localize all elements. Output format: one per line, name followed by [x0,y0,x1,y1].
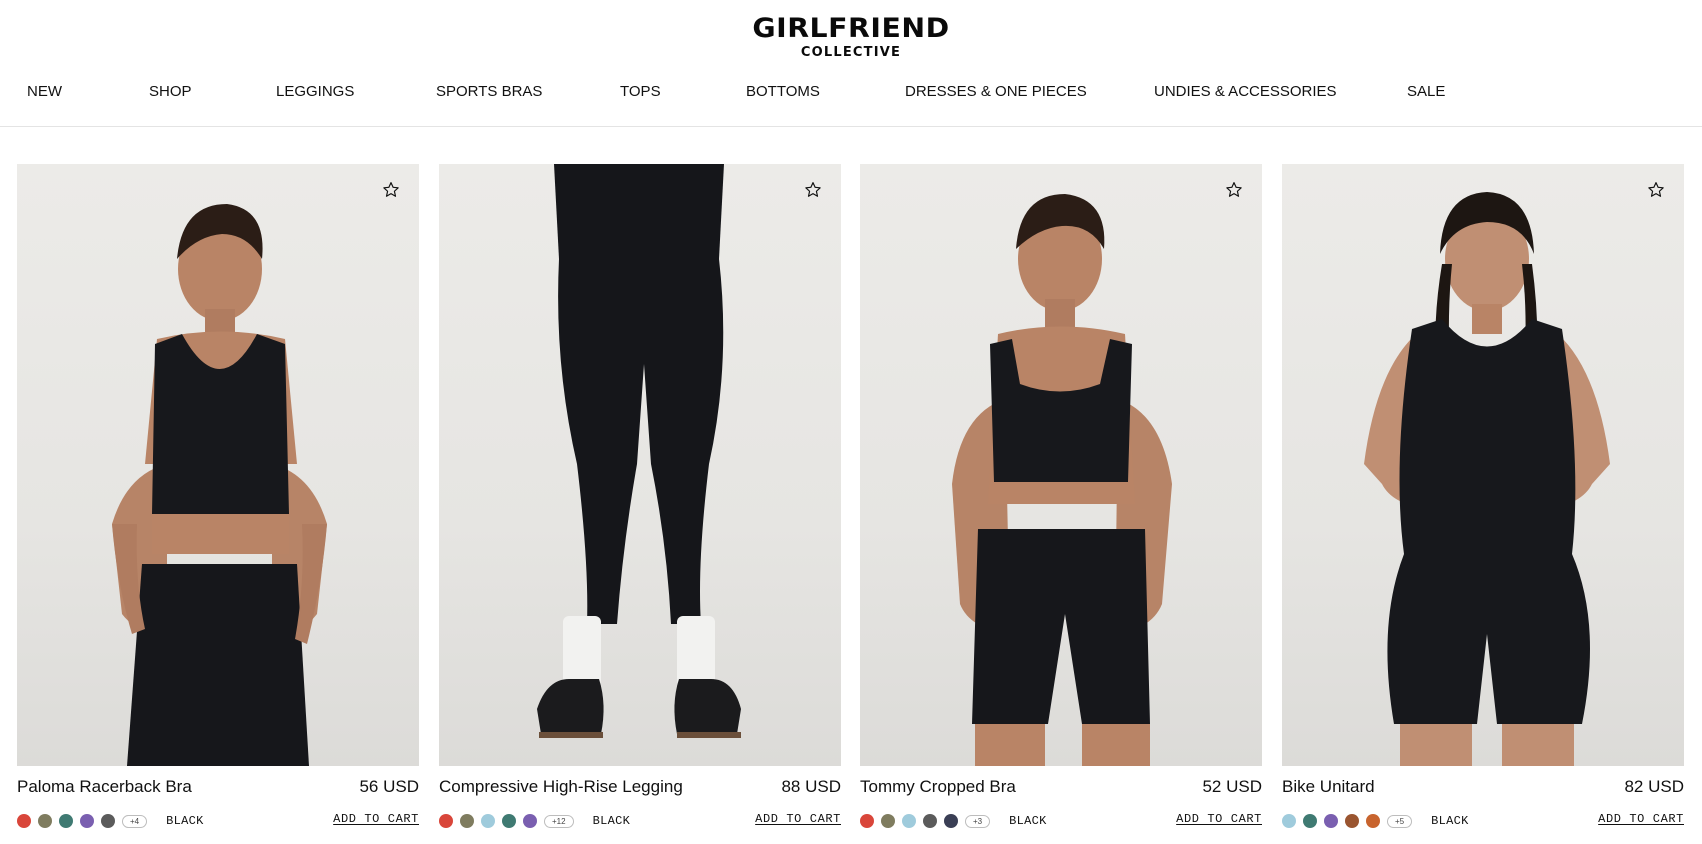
product-image[interactable] [860,164,1262,766]
product-name[interactable]: Compressive High-Rise Legging [439,776,683,798]
product-price: 82 USD [1624,777,1684,796]
color-swatch-teal[interactable] [59,814,73,828]
color-swatches: +12 BLACK [439,813,630,829]
color-swatch-purple[interactable] [523,814,537,828]
product-info-row: Compressive High-Rise Legging 88 USD [439,776,841,798]
more-colors-badge[interactable]: +4 [122,814,148,828]
color-swatch-purple[interactable] [80,814,94,828]
model-in-leggings-image [537,164,741,738]
add-to-cart-button[interactable]: ADD TO CART [755,812,841,826]
product-card: Tommy Cropped Bra 52 USD +3 BLACK ADD TO… [860,164,1262,828]
selected-color-label: BLACK [1009,814,1047,828]
color-swatch-row: +4 BLACK ADD TO CART [17,812,419,830]
nav-item-new[interactable]: NEW [27,82,62,102]
color-swatches: +3 BLACK [860,813,1047,829]
color-swatch-gray[interactable] [101,814,115,828]
favorite-star-icon[interactable] [381,180,401,200]
product-price: 52 USD [1202,777,1262,796]
add-to-cart-button[interactable]: ADD TO CART [1176,812,1262,826]
color-swatch-gray[interactable] [923,814,937,828]
nav-item-shop[interactable]: SHOP [149,82,192,102]
nav-item-undies-accessories[interactable]: UNDIES & ACCESSORIES [1154,82,1337,102]
color-swatch-navy[interactable] [944,814,958,828]
brand-logo-line2: COLLECTIVE [800,45,902,60]
nav-item-leggings[interactable]: LEGGINGS [276,82,354,102]
more-colors-badge[interactable]: +3 [965,814,991,828]
product-info-row: Tommy Cropped Bra 52 USD [860,776,1262,798]
color-swatch-teal[interactable] [1303,814,1317,828]
selected-color-label: BLACK [166,814,204,828]
add-to-cart-button[interactable]: ADD TO CART [1598,812,1684,826]
add-to-cart-button[interactable]: ADD TO CART [333,812,419,826]
favorite-star-icon[interactable] [1646,180,1666,200]
color-swatch-row: +12 BLACK ADD TO CART [439,812,841,830]
product-price: 56 USD [359,777,419,796]
main-nav: NEW SHOP LEGGINGS SPORTS BRAS TOPS BOTTO… [0,82,1702,104]
site-header: GIRLFRIEND COLLECTIVE NEW SHOP LEGGINGS … [0,0,1702,127]
color-swatches: +4 BLACK [17,813,204,829]
product-card: Paloma Racerback Bra 56 USD +4 BLACK ADD… [17,164,419,828]
color-swatch-olive[interactable] [881,814,895,828]
color-swatch-row: +3 BLACK ADD TO CART [860,812,1262,830]
nav-item-sports-bras[interactable]: SPORTS BRAS [436,82,542,102]
nav-item-tops[interactable]: TOPS [620,82,661,102]
product-price: 88 USD [781,777,841,796]
brand-logo-line1: GIRLFRIEND [752,13,950,44]
color-swatch-light-blue[interactable] [902,814,916,828]
product-image[interactable] [1282,164,1684,766]
favorite-star-icon[interactable] [1224,180,1244,200]
brand-logo[interactable]: GIRLFRIEND COLLECTIVE [0,13,1702,61]
color-swatch-brown[interactable] [1345,814,1359,828]
color-swatch-purple[interactable] [1324,814,1338,828]
color-swatch-teal[interactable] [502,814,516,828]
color-swatch-rust[interactable] [1366,814,1380,828]
color-swatch-red[interactable] [860,814,874,828]
product-info-row: Paloma Racerback Bra 56 USD [17,776,419,798]
product-name[interactable]: Paloma Racerback Bra [17,776,192,798]
more-colors-badge[interactable]: +12 [544,814,574,828]
more-colors-badge[interactable]: +5 [1387,814,1413,828]
model-in-bra-and-shorts-image [112,204,327,766]
favorite-star-icon[interactable] [803,180,823,200]
nav-item-bottoms[interactable]: BOTTOMS [746,82,820,102]
color-swatch-light-blue[interactable] [481,814,495,828]
product-name[interactable]: Bike Unitard [1282,776,1375,798]
color-swatch-light-blue[interactable] [1282,814,1296,828]
selected-color-label: BLACK [592,814,631,828]
color-swatch-row: +5 BLACK ADD TO CART [1282,812,1684,830]
color-swatch-olive[interactable] [460,814,474,828]
nav-item-dresses-one-pieces[interactable]: DRESSES & ONE PIECES [905,82,1087,102]
color-swatch-red[interactable] [17,814,31,828]
product-info-row: Bike Unitard 82 USD [1282,776,1684,798]
product-card: Compressive High-Rise Legging 88 USD +12… [439,164,841,828]
color-swatches: +5 BLACK [1282,813,1469,829]
color-swatch-red[interactable] [439,814,453,828]
product-image[interactable] [17,164,419,766]
color-swatch-olive[interactable] [38,814,52,828]
product-image[interactable] [439,164,841,766]
nav-item-sale[interactable]: SALE [1407,82,1445,102]
model-in-bike-unitard-image [1364,192,1610,766]
product-card: Bike Unitard 82 USD +5 BLACK ADD TO CART [1282,164,1684,828]
product-name[interactable]: Tommy Cropped Bra [860,776,1016,798]
model-in-cropped-bra-and-bike-shorts-image [952,194,1172,766]
selected-color-label: BLACK [1431,814,1469,828]
